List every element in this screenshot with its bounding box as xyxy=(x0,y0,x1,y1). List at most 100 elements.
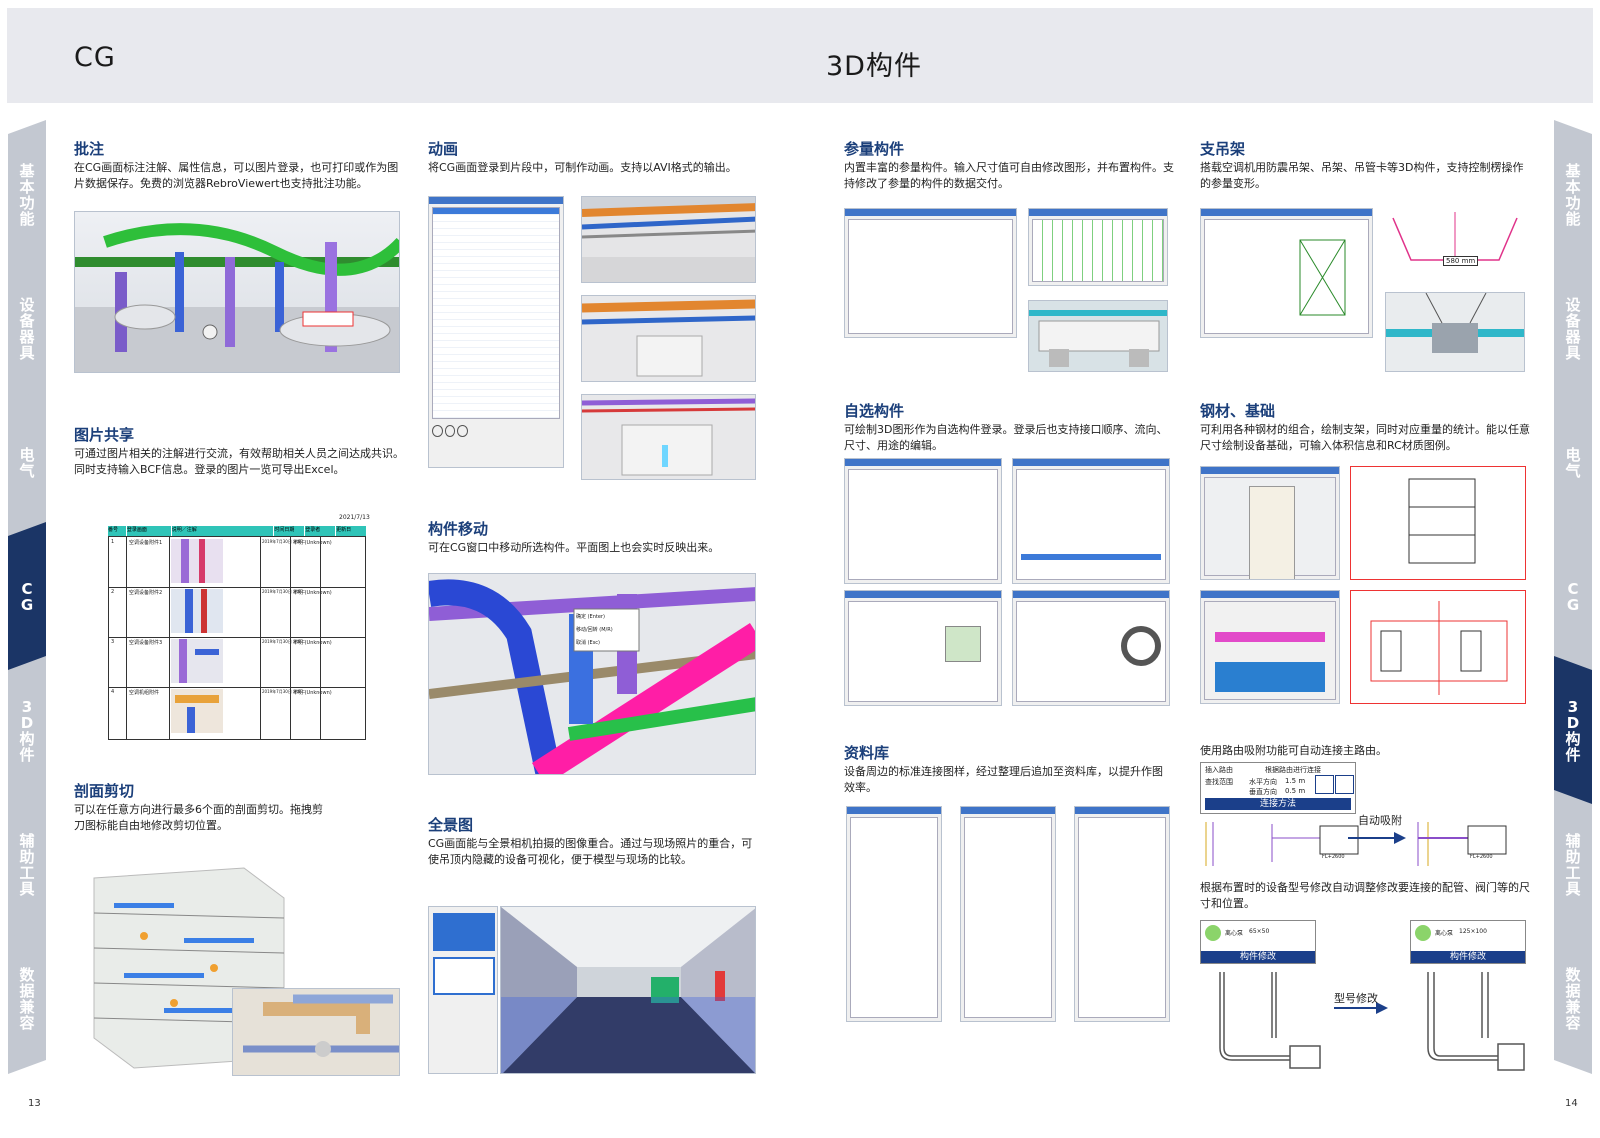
pump-left-name: 离心泵 xyxy=(1225,930,1244,937)
table-header-cell: 登录者 xyxy=(305,526,337,536)
library-desc: 设备周边的标准连接图样，经过整理后追加至资料库，以提升作图效率。 xyxy=(844,765,1163,794)
annotation-cg-image xyxy=(74,211,400,373)
table-body: 1 空调设备附件1 2019年7月30日 星期二 不明 (Unknown) 2 … xyxy=(108,536,366,740)
table-header-cell: 时间日期 xyxy=(274,526,306,536)
row-user: 不明 (Unknown) xyxy=(293,540,332,546)
pump-icon xyxy=(1415,925,1431,941)
custom-parts-dialog-3 xyxy=(844,590,1002,706)
row-user: 不明 (Unknown) xyxy=(293,590,332,596)
row-thumbnail xyxy=(171,689,223,733)
row-name: 空调设备附件2 xyxy=(129,590,163,596)
steel-cabinet-3d xyxy=(1200,466,1340,580)
steel-desc: 可利用各种钢材的组合，绘制支架，同时对应重量的统计。能以任意尺寸绘制设备基础，可… xyxy=(1200,423,1530,452)
row-thumbnail xyxy=(171,589,223,633)
routing-connect-button[interactable]: 连接方法 xyxy=(1205,798,1351,810)
custom-parts-title: 自选构件 xyxy=(844,402,905,420)
animation-frame-2 xyxy=(581,295,756,382)
part-move-image: 确定 (Enter) 移动/回转 (M/R) 取消 (Esc) xyxy=(428,573,756,775)
side-tab-data-right[interactable]: 数据兼容 xyxy=(1554,924,1592,1074)
part-move-desc: 可在CG窗口中移动所选构件。平面图上也会实时反映出来。 xyxy=(428,541,720,554)
custom-parts-dialog-4 xyxy=(1012,590,1170,706)
animation-frame-1 xyxy=(581,196,756,283)
table-row: 2 空调设备附件2 2019年7月30日 星期二 不明 (Unknown) xyxy=(109,587,365,638)
panorama-thumb-2[interactable] xyxy=(433,957,495,995)
side-tab-electric[interactable]: 电气 xyxy=(8,388,46,538)
panorama-title: 全景图 xyxy=(428,816,474,834)
auto-snap-label: 自动吸附 xyxy=(1358,814,1402,827)
animation-desc: 将CG画面登录到片段中，可制作动画。支持以AVI格式的输出。 xyxy=(428,161,737,174)
side-tab-tools-right[interactable]: 辅助工具 xyxy=(1554,790,1592,940)
pause-icon[interactable] xyxy=(444,425,456,437)
table-header: 番号 登录画面 说明／注解 时间日期 登录者 更新日 xyxy=(108,526,366,536)
animation-frame-3 xyxy=(581,394,756,480)
row-thumbnail xyxy=(171,639,223,683)
routing-vert-value[interactable]: 0.5 m xyxy=(1285,787,1305,795)
param-parts-3d xyxy=(1028,300,1168,372)
hanger-desc: 搭载空调机用防震吊架、吊架、吊管卡等3D构件，支持控制楞操作的参量变形。 xyxy=(1200,161,1524,190)
animation-title: 动画 xyxy=(428,140,459,158)
row-no: 4 xyxy=(111,689,115,695)
fl-tag-2: FL+2600 xyxy=(1470,854,1493,860)
routing-check-connect[interactable]: 根据路由进行连接 xyxy=(1265,765,1321,775)
pump-panel-right: 离心泵 125×100 构件修改 xyxy=(1410,920,1526,964)
routing-diagram: FL+2600 FL+2600 自动吸附 xyxy=(1200,814,1526,870)
steel-title: 钢材、基础 xyxy=(1200,402,1276,420)
routing-horiz-value[interactable]: 1.5 m xyxy=(1285,777,1305,785)
hanger-title: 支吊架 xyxy=(1200,140,1246,158)
param-parts-title: 参量构件 xyxy=(844,140,905,158)
hanger-size-tag: 580 mm xyxy=(1443,256,1479,266)
side-tab-3d-parts[interactable]: 3D构件 xyxy=(8,656,46,806)
steel-cabinet-drawing xyxy=(1350,466,1526,580)
row-name: 空调机组附件 xyxy=(129,690,160,696)
page-title-right: 3D构件 xyxy=(826,51,922,82)
stop-icon[interactable] xyxy=(457,425,469,437)
image-share-desc: 可通过图片相关的注解进行交流，有效帮助相关人员之间达成共识。同时支持输入BCF信… xyxy=(74,447,404,476)
side-tab-data[interactable]: 数据兼容 xyxy=(8,924,46,1074)
image-share-title: 图片共享 xyxy=(74,426,135,444)
page-number-right: 14 xyxy=(1565,1098,1578,1109)
panorama-panel xyxy=(428,906,498,1074)
param-parts-plan xyxy=(1028,208,1168,286)
routing-range-label: 查找范围 xyxy=(1205,778,1233,786)
side-tab-basic-right[interactable]: 基本功能 xyxy=(1554,120,1592,270)
context-menu-item[interactable]: 移动/回转 (M/R) xyxy=(576,624,638,637)
play-icon[interactable] xyxy=(432,425,443,437)
header-band xyxy=(7,8,1593,103)
routing-vertical-icon[interactable] xyxy=(1335,775,1354,794)
library-title: 资料库 xyxy=(844,744,890,762)
param-parts-desc: 内置丰富的参量构件。输入尺寸值可自由修改图形，并布置构件。支持修改了参量的构件的… xyxy=(844,161,1174,190)
side-tab-equipment-right[interactable]: 设备器具 xyxy=(1554,254,1592,404)
side-tab-3d-parts-right[interactable]: 3D构件 xyxy=(1554,656,1592,806)
pump-right-button[interactable]: 构件修改 xyxy=(1411,951,1525,963)
custom-parts-dialog-1 xyxy=(844,458,1002,584)
routing-horizontal-icon[interactable] xyxy=(1315,775,1334,794)
pump-diagram: 型号修改 xyxy=(1200,968,1526,1076)
panorama-thumb-1[interactable] xyxy=(433,913,495,951)
table-date: 2021/7/13 xyxy=(339,514,370,521)
row-no: 2 xyxy=(111,589,115,595)
context-menu-item[interactable]: 确定 (Enter) xyxy=(576,611,638,624)
side-tab-tools[interactable]: 辅助工具 xyxy=(8,790,46,940)
side-tab-equipment[interactable]: 设备器具 xyxy=(8,254,46,404)
pump-left-button[interactable]: 构件修改 xyxy=(1201,951,1315,963)
hanger-dialog xyxy=(1200,208,1373,338)
side-tab-cg-right[interactable]: CG xyxy=(1554,522,1592,672)
routing-check-insert[interactable]: 插入路由 xyxy=(1205,765,1233,775)
side-tab-cg[interactable]: CG xyxy=(8,522,46,672)
library-panel-3 xyxy=(1074,806,1170,1022)
model-change-label: 型号修改 xyxy=(1334,992,1378,1005)
side-tab-electric-right[interactable]: 电气 xyxy=(1554,388,1592,538)
custom-parts-desc: 可绘制3D图形作为自选构件登录。登录后也支持接口顺序、流向、尺寸、用途的编辑。 xyxy=(844,423,1168,452)
row-user: 不明 (Unknown) xyxy=(293,690,332,696)
table-row: 4 空调机组附件 2019年7月30日 星期二 不明 (Unknown) xyxy=(109,687,365,739)
row-user: 不明 (Unknown) xyxy=(293,640,332,646)
table-header-cell: 更新日 xyxy=(336,527,352,533)
row-no: 3 xyxy=(111,639,115,645)
side-tab-basic[interactable]: 基本功能 xyxy=(8,120,46,270)
playback-controls xyxy=(432,425,469,437)
clip-list xyxy=(432,207,560,419)
row-no: 1 xyxy=(111,539,115,545)
animation-clip-window xyxy=(428,196,564,468)
page-number-left: 13 xyxy=(28,1098,41,1109)
context-menu-item[interactable]: 取消 (Esc) xyxy=(576,637,638,650)
